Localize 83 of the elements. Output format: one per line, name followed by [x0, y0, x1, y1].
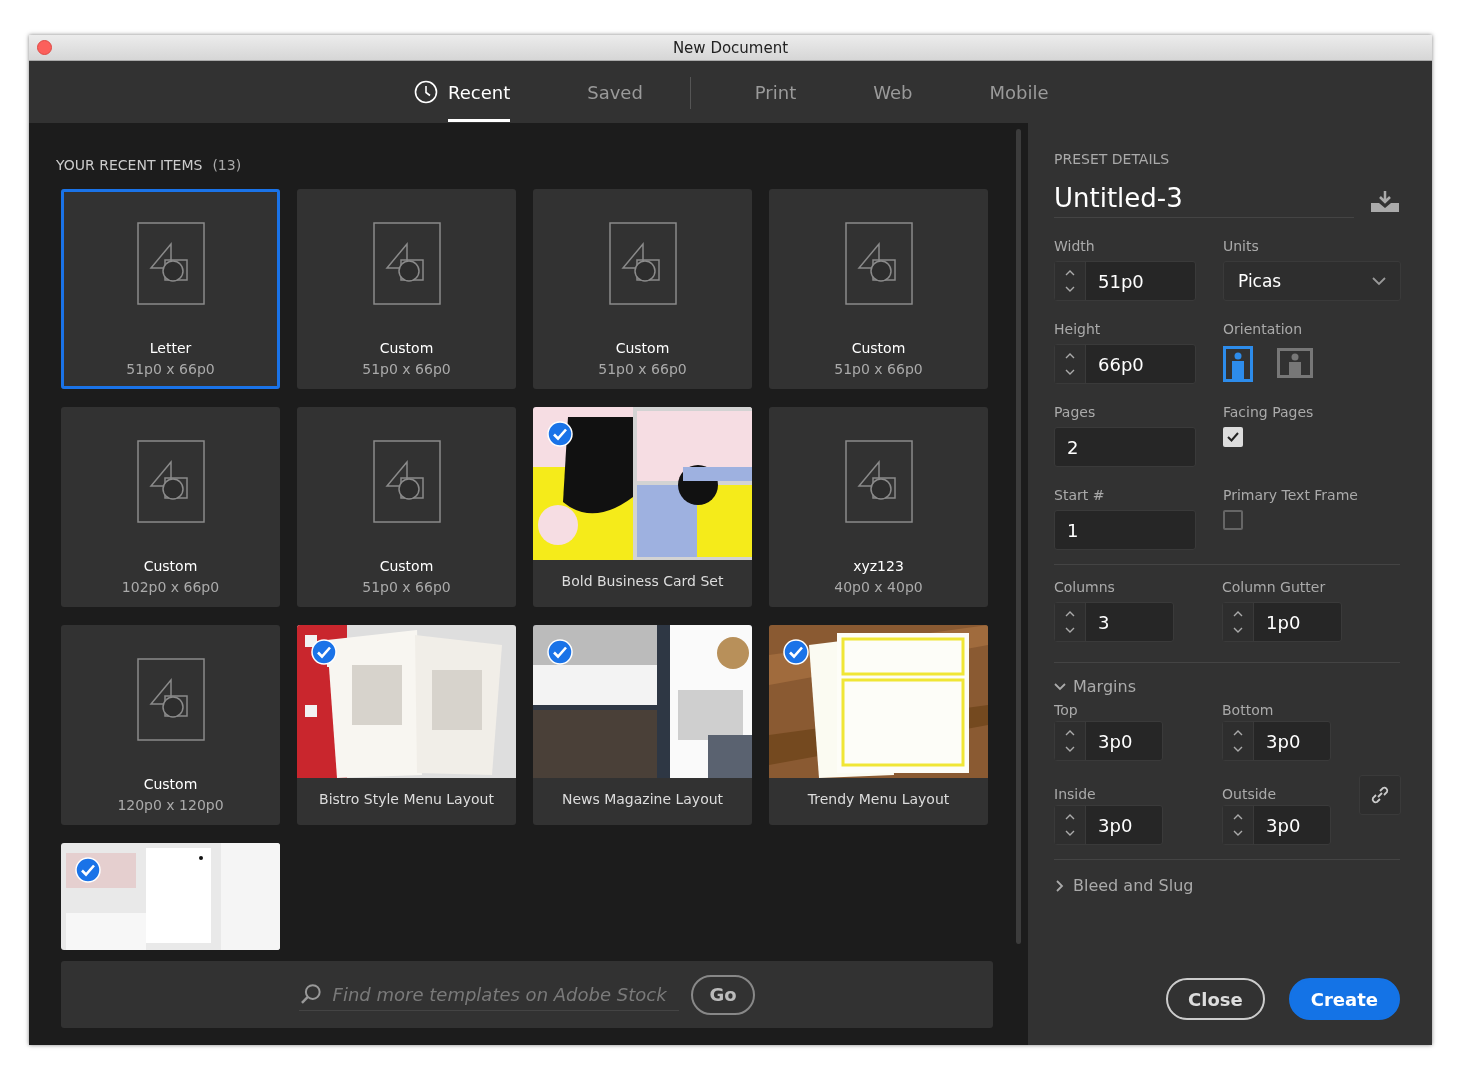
input-field[interactable]: 1: [1054, 510, 1196, 550]
field-label: Bottom: [1222, 702, 1275, 718]
field-label: Facing Pages: [1223, 404, 1315, 420]
window-title: New Document: [672, 38, 789, 57]
search-icon: [299, 982, 323, 1006]
scrollbar[interactable]: [1016, 129, 1021, 944]
field-label: Pages: [1054, 404, 1097, 420]
input-field[interactable]: 3p0: [1222, 721, 1331, 761]
preset-card[interactable]: Custom 51p0 x 66p0: [297, 407, 516, 607]
input-field[interactable]: 3p0: [1054, 721, 1163, 761]
input-field[interactable]: 2: [1054, 427, 1196, 467]
preset-card[interactable]: xyz123 40p0 x 40p0: [769, 407, 988, 607]
field-label: Units: [1223, 238, 1260, 254]
field-label: Inside: [1054, 786, 1097, 802]
input-field[interactable]: 3: [1054, 602, 1174, 642]
document-icon: [372, 222, 441, 305]
input-field[interactable]: 1p0: [1222, 602, 1342, 642]
create-button[interactable]: Create: [1288, 978, 1400, 1020]
search-field[interactable]: Find more templates on Adobe Stock: [299, 978, 679, 1011]
document-icon: [844, 222, 913, 305]
document-icon: [136, 658, 205, 741]
input-field[interactable]: 51p0: [1054, 261, 1196, 301]
section-heading: YOUR RECENT ITEMS: [56, 157, 203, 173]
close-button[interactable]: Close: [1166, 978, 1265, 1020]
save-preset-icon[interactable]: [1370, 188, 1400, 213]
field-label: Primary Text Frame: [1223, 487, 1359, 503]
stepper-arrows[interactable]: [1223, 722, 1254, 760]
input-field[interactable]: 66p0: [1054, 344, 1196, 384]
document-name-field[interactable]: Untitled-3: [1054, 183, 1354, 218]
section-heading: PRESET DETAILS: [1054, 151, 1171, 167]
stepper-arrows[interactable]: [1055, 806, 1086, 844]
item-count: (13): [212, 157, 242, 173]
preset-card[interactable]: Custom 51p0 x 66p0: [533, 189, 752, 389]
field-label: Width: [1054, 238, 1096, 254]
input-field[interactable]: 3p0: [1054, 805, 1163, 845]
stepper-arrows[interactable]: [1055, 603, 1086, 641]
link-button[interactable]: [1359, 775, 1401, 815]
field-label: Height: [1054, 321, 1102, 337]
preset-card[interactable]: Custom 51p0 x 66p0: [297, 189, 516, 389]
preset-card[interactable]: Custom 51p0 x 66p0: [769, 189, 988, 389]
stepper-arrows[interactable]: [1223, 603, 1254, 641]
preset-card[interactable]: Letter 51p0 x 66p0: [61, 189, 280, 389]
go-button[interactable]: Go: [691, 974, 755, 1015]
template-card[interactable]: Trendy Menu Layout: [769, 625, 988, 825]
field-label: Column Gutter: [1222, 579, 1327, 595]
checkbox[interactable]: [1223, 427, 1243, 447]
template-card[interactable]: Bold Business Card Set: [533, 407, 752, 607]
input-field[interactable]: 3p0: [1222, 805, 1331, 845]
stepper-arrows[interactable]: [1055, 345, 1086, 383]
tab[interactable]: Recent: [374, 61, 548, 123]
bleed-and-slug-section-toggle[interactable]: Bleed and Slug: [1054, 876, 1400, 895]
field-label: Top: [1054, 702, 1079, 718]
checkmark-icon: [1226, 431, 1240, 443]
tab[interactable]: Web: [833, 61, 950, 123]
tab[interactable]: Saved: [547, 61, 680, 123]
tab[interactable]: Mobile: [949, 61, 1086, 123]
clock-icon: [414, 80, 438, 104]
portrait-orientation-button[interactable]: [1223, 346, 1255, 382]
document-icon: [844, 440, 913, 523]
template-card[interactable]: News Magazine Layout: [533, 625, 752, 825]
preset-card[interactable]: Custom 120p0 x 120p0: [61, 625, 280, 825]
link-icon: [1369, 784, 1391, 806]
document-icon: [372, 440, 441, 523]
preset-card[interactable]: Custom 102p0 x 66p0: [61, 407, 280, 607]
close-window-button[interactable]: [37, 40, 52, 55]
checkbox[interactable]: [1223, 510, 1243, 530]
field-label: Columns: [1054, 579, 1116, 595]
field-label: Orientation: [1223, 321, 1304, 337]
template-card[interactable]: Bistro Style Menu Layout: [297, 625, 516, 825]
document-icon: [136, 222, 205, 305]
chevron-right-icon: [1054, 879, 1066, 892]
chevron-down-icon: [1054, 680, 1066, 693]
stepper-arrows[interactable]: [1055, 722, 1086, 760]
stepper-arrows[interactable]: [1223, 806, 1254, 844]
field-label: Start #: [1054, 487, 1106, 503]
field-label: Outside: [1222, 786, 1278, 802]
tab[interactable]: Print: [714, 61, 834, 123]
margins-section-toggle[interactable]: Margins: [1054, 677, 1400, 696]
stepper-arrows[interactable]: [1055, 262, 1086, 300]
document-icon: [136, 440, 205, 523]
document-icon: [608, 222, 677, 305]
chevron-down-icon: [1372, 276, 1386, 286]
units-dropdown[interactable]: Picas: [1223, 261, 1401, 301]
